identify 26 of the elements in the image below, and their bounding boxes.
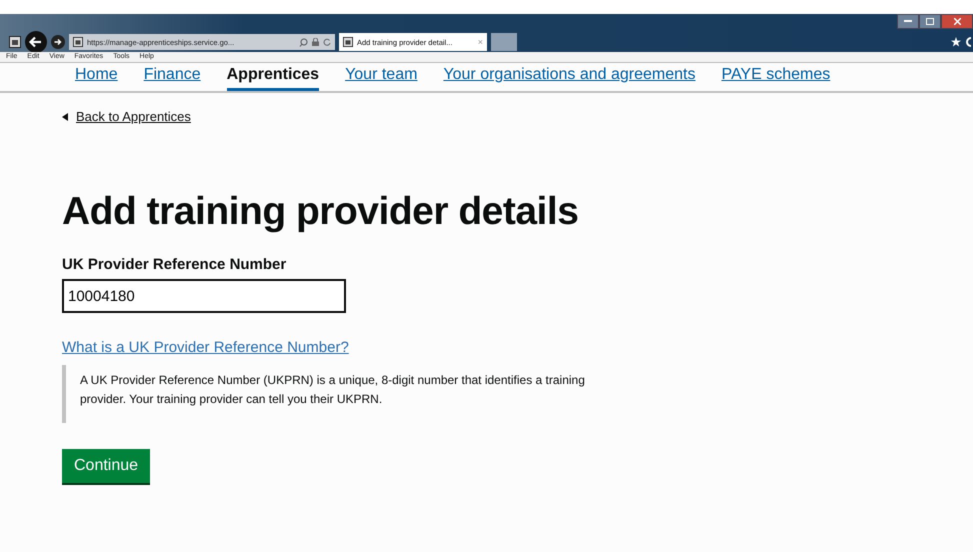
forward-icon[interactable] — [51, 35, 65, 49]
nav-link[interactable]: Home — [75, 65, 118, 91]
back-link[interactable]: Back to Apprentices — [76, 109, 191, 124]
input-field[interactable]: 10004180 — [62, 279, 346, 313]
field-label: UK Provider Reference Number — [62, 256, 288, 273]
back-icon[interactable] — [25, 31, 47, 53]
nav-link[interactable]: PAYE schemes — [721, 65, 830, 91]
nav-link[interactable]: Your organisations and agreements — [443, 65, 696, 91]
lock-icon — [312, 38, 319, 46]
page-icon — [9, 36, 21, 48]
nav-link[interactable]: Finance — [144, 65, 201, 91]
triangle-left-icon — [62, 112, 68, 120]
nav-link[interactable]: Your team — [345, 65, 418, 91]
continue-button[interactable]: Continue — [62, 449, 150, 485]
search-icon[interactable] — [299, 38, 308, 46]
maximize-icon[interactable] — [919, 14, 941, 29]
page-icon — [73, 37, 83, 47]
help-text: A UK Provider Reference Number (UKPRN) is a unique, 8-digit number that identifies a training provider. Your training provider can tell you their UKPRN. — [80, 372, 586, 408]
star-icon[interactable] — [951, 37, 961, 47]
refresh-icon[interactable] — [323, 38, 331, 46]
details-link[interactable]: What is a UK Provider Reference Number? — [62, 339, 349, 356]
close-icon[interactable] — [941, 14, 973, 29]
minimize-icon[interactable] — [897, 14, 919, 29]
page-icon — [343, 37, 353, 47]
page-heading: Add training provider details — [62, 190, 580, 234]
nav-link[interactable]: Apprentices — [226, 65, 320, 91]
